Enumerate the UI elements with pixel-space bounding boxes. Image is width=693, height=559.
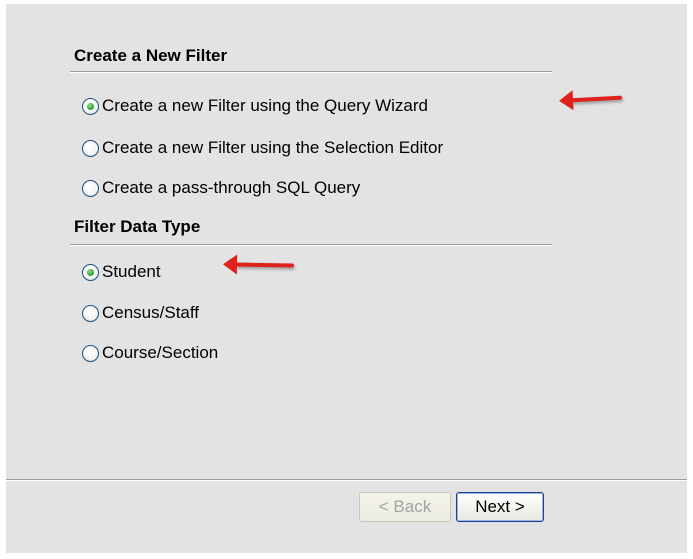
option-selection-editor-label[interactable]: Create a new Filter using the Selection … <box>102 138 443 158</box>
option-census-staff-label[interactable]: Census/Staff <box>102 303 199 323</box>
section-divider <box>70 244 552 246</box>
option-course-section-label[interactable]: Course/Section <box>102 343 218 363</box>
footer-divider <box>6 479 687 481</box>
option-student-label[interactable]: Student <box>102 262 161 282</box>
red-arrow-left-icon <box>569 95 623 103</box>
option-pass-through-sql[interactable]: Create a pass-through SQL Query <box>82 176 360 200</box>
section-divider <box>70 71 552 73</box>
create-filter-section-title: Create a New Filter <box>74 46 228 65</box>
radio-unselected-icon[interactable] <box>82 139 99 157</box>
filter-data-type-section-title: Filter Data Type <box>74 217 201 236</box>
option-pass-through-sql-label[interactable]: Create a pass-through SQL Query <box>102 178 360 198</box>
back-button[interactable]: < Back <box>359 492 451 522</box>
option-census-staff[interactable]: Census/Staff <box>82 301 199 325</box>
option-query-wizard[interactable]: Create a new Filter using the Query Wiza… <box>82 94 428 118</box>
radio-unselected-icon[interactable] <box>82 304 99 322</box>
radio-selected-icon[interactable] <box>82 97 99 115</box>
radio-unselected-icon[interactable] <box>82 344 99 362</box>
filter-wizard-dialog: Create a New Filter Create a new Filter … <box>6 4 687 553</box>
option-selection-editor[interactable]: Create a new Filter using the Selection … <box>82 136 443 160</box>
next-button[interactable]: Next > <box>456 492 544 522</box>
red-arrow-left-icon <box>233 262 295 268</box>
option-student[interactable]: Student <box>82 260 161 284</box>
radio-unselected-icon[interactable] <box>82 179 99 197</box>
radio-selected-icon[interactable] <box>82 263 99 281</box>
option-query-wizard-label[interactable]: Create a new Filter using the Query Wiza… <box>102 96 428 116</box>
option-course-section[interactable]: Course/Section <box>82 341 218 365</box>
